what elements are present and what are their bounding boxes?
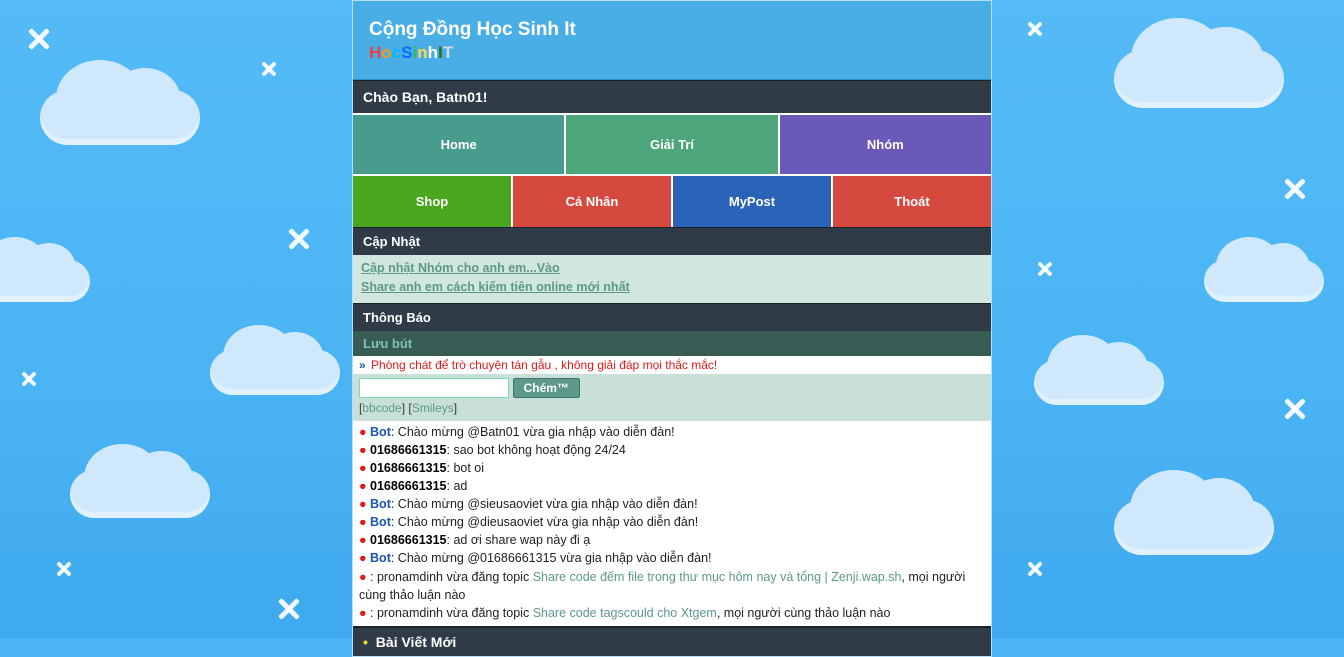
chat-user-bot: Bot: [370, 425, 391, 439]
chat-user: 01686661315: [370, 461, 446, 475]
chat-line: ● 01686661315: bot oi: [359, 459, 985, 477]
chat-dot-icon: ●: [359, 425, 370, 439]
chat-line: ● Bot: Chào mừng @dieusaoviet vừa gia nh…: [359, 513, 985, 531]
chat-smileys-link[interactable]: Smileys: [412, 401, 454, 415]
chat-user: 01686661315: [370, 479, 446, 493]
bullet-icon: •: [363, 634, 368, 650]
update-panel: Cập nhật Nhóm cho anh em...Vào Share anh …: [353, 255, 991, 303]
chat-user: 01686661315: [370, 443, 446, 457]
chat-line: ● Bot: Chào mừng @Batn01 vừa gia nhập và…: [359, 423, 985, 441]
greeting-bar: Chào Bạn, Batn01!: [353, 80, 991, 113]
chat-user-bot: Bot: [370, 497, 391, 511]
nav-item-shop[interactable]: Shop: [353, 176, 513, 227]
chat-warning: » Phòng chát để trò chuyện tán gẫu , khô…: [353, 356, 991, 374]
nav-item-nhóm[interactable]: Nhóm: [780, 115, 991, 174]
update-link[interactable]: Share anh em cách kiếm tiên online mới n…: [361, 280, 630, 294]
chat-dot-icon: ●: [359, 497, 370, 511]
update-title: Cập Nhật: [353, 227, 991, 255]
nav-item-mypost[interactable]: MyPost: [673, 176, 833, 227]
new-posts-header: • Bài Viết Mới: [353, 626, 991, 656]
chat-line: ● 01686661315: sao bot không hoạt động 2…: [359, 441, 985, 459]
chat-dot-icon: ●: [359, 515, 370, 529]
chat-line: ● 01686661315: ad: [359, 477, 985, 495]
chat-dot-icon: ●: [359, 551, 370, 565]
chat-warning-arrow: »: [359, 358, 366, 372]
nav-row-bottom: ShopCá NhânMyPostThoát: [353, 174, 991, 227]
chat-line: ● : pronamdinh vừa đăng topic Share code…: [359, 604, 985, 622]
site-header: Cộng Đồng Học Sinh It HocSinhIT: [353, 1, 991, 80]
chat-bbcode-link[interactable]: bbcode: [362, 401, 401, 415]
chat-topic-link[interactable]: Share code tagscould cho Xtgem: [533, 606, 717, 620]
update-link[interactable]: Cập nhật Nhóm cho anh em...Vào: [361, 261, 560, 275]
nav-item-cá-nhân[interactable]: Cá Nhân: [513, 176, 673, 227]
chat-dot-icon: ●: [359, 443, 370, 457]
chat-dot-icon: ●: [359, 533, 370, 547]
chat-dot-icon: ●: [359, 606, 370, 620]
chat-line: ● : pronamdinh vừa đăng topic Share code…: [359, 568, 985, 604]
notice-title: Thông Báo: [353, 303, 991, 331]
site-title: Cộng Đồng Học Sinh It: [369, 19, 975, 41]
chat-user-bot: Bot: [370, 551, 391, 565]
chat-subheader: Lưu bút: [353, 331, 991, 356]
chat-log: ● Bot: Chào mừng @Batn01 vừa gia nhập và…: [353, 421, 991, 626]
chat-line: ● Bot: Chào mừng @sieusaoviet vừa gia nh…: [359, 495, 985, 513]
chat-dot-icon: ●: [359, 570, 370, 584]
chat-send-button[interactable]: Chém™: [513, 378, 580, 398]
nav-item-thoát[interactable]: Thoát: [833, 176, 991, 227]
chat-user: 01686661315: [370, 533, 446, 547]
chat-topic-link[interactable]: Share code đếm file trong thư mục hôm na…: [533, 570, 902, 584]
chat-line: ● Bot: Chào mừng @01686661315 vừa gia nh…: [359, 549, 985, 567]
new-posts-title: Bài Viết Mới: [376, 634, 457, 650]
site-logo-text: HocSinhIT: [369, 43, 975, 63]
chat-helpers: [bbcode] [Smileys]: [359, 401, 985, 415]
chat-input[interactable]: [359, 378, 509, 398]
main-column: Cộng Đồng Học Sinh It HocSinhIT Chào Bạn…: [352, 0, 992, 657]
chat-dot-icon: ●: [359, 461, 370, 475]
nav-row-top: HomeGiải TríNhóm: [353, 113, 991, 174]
chat-input-row: Chém™ [bbcode] [Smileys]: [353, 374, 991, 421]
chat-dot-icon: ●: [359, 479, 370, 493]
chat-line: ● 01686661315: ad ơi share wap này đi ạ: [359, 531, 985, 549]
nav-item-giải-trí[interactable]: Giải Trí: [566, 115, 779, 174]
chat-warning-text: Phòng chát để trò chuyện tán gẫu , không…: [371, 358, 717, 372]
chat-user-bot: Bot: [370, 515, 391, 529]
nav-item-home[interactable]: Home: [353, 115, 566, 174]
